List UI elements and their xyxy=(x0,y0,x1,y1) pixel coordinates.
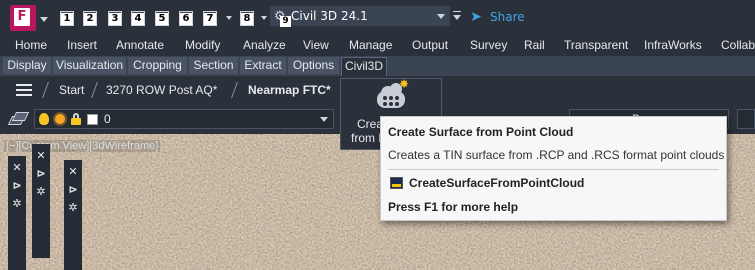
pin-icon[interactable]: ⊳ xyxy=(67,184,79,196)
key-tip-8: 8 xyxy=(241,13,253,25)
panel-options[interactable]: Options xyxy=(288,57,339,74)
tab-modify[interactable]: Modify xyxy=(185,38,220,52)
tooltip-description: Creates a TIN surface from .RCP and .RCS… xyxy=(388,148,725,162)
viewport-toolbar-2: ✕ ⊳ ✲ xyxy=(32,144,50,258)
panel-cropping[interactable]: Cropping xyxy=(128,57,187,74)
command-icon xyxy=(390,177,403,189)
tab-view[interactable]: View xyxy=(303,38,329,52)
panel-civil3d[interactable]: Civil3D xyxy=(341,57,387,76)
layer-color-swatch xyxy=(87,114,98,125)
viewport-controls-label[interactable]: [−][Custom View][3dWireframe] xyxy=(4,140,161,152)
share-label: Share xyxy=(490,10,525,24)
application-menu-button[interactable]: F xyxy=(10,5,48,31)
tab-analyze[interactable]: Analyze xyxy=(243,38,286,52)
qat-undo-button[interactable]: 7 xyxy=(203,8,223,28)
qat-web-mobile-button[interactable]: 5 xyxy=(155,8,175,28)
property-dropdown[interactable] xyxy=(737,109,755,129)
point-cloud-surface-icon: ✸ xyxy=(375,78,409,111)
customize-qat-button[interactable] xyxy=(452,9,464,23)
qat-open-button[interactable]: 2 xyxy=(83,8,103,28)
tab-home[interactable]: Home xyxy=(15,38,47,52)
paper-plane-icon: ➤ xyxy=(470,9,482,25)
lightbulb-icon xyxy=(39,113,49,125)
viewport-toolbar-3: ✕ ⊳ ✲ xyxy=(64,160,82,270)
layer-dropdown[interactable]: 0 xyxy=(34,109,334,129)
close-icon[interactable]: ✕ xyxy=(11,162,23,174)
tab-divider xyxy=(231,82,238,98)
settings-icon[interactable]: ✲ xyxy=(11,198,23,210)
tab-transparent[interactable]: Transparent xyxy=(564,38,628,52)
tab-survey[interactable]: Survey xyxy=(470,38,507,52)
workspace-dropdown[interactable]: ⚙ 9 Civil 3D 24.1 xyxy=(270,6,450,27)
tab-rail[interactable]: Rail xyxy=(524,38,545,52)
tooltip-command-name: CreateSurfaceFromPointCloud xyxy=(409,176,585,190)
chevron-down-icon[interactable] xyxy=(226,16,232,20)
tab-annotate[interactable]: Annotate xyxy=(116,38,164,52)
settings-icon[interactable]: ✲ xyxy=(67,202,79,214)
key-tip-5: 5 xyxy=(156,13,168,25)
doc-tab-nearmap[interactable]: Nearmap FTC* xyxy=(246,76,333,104)
app-key-tip: F xyxy=(14,8,30,26)
key-tip-4: 4 xyxy=(132,13,144,25)
key-tip-1: 1 xyxy=(61,13,73,25)
tab-output[interactable]: Output xyxy=(412,38,448,52)
tab-manage[interactable]: Manage xyxy=(349,38,392,52)
qat-plot-button[interactable]: 6 xyxy=(179,8,199,28)
panel-section[interactable]: Section xyxy=(189,57,238,74)
doc-tab-row-post[interactable]: 3270 ROW Post AQ* xyxy=(106,76,217,104)
tab-infraworks[interactable]: InfraWorks xyxy=(644,38,702,52)
chevron-down-icon xyxy=(40,17,48,22)
tooltip-title: Create Surface from Point Cloud xyxy=(388,125,574,139)
key-tip-3: 3 xyxy=(109,13,121,25)
hamburger-menu-icon[interactable] xyxy=(16,84,32,96)
qat-redo-button[interactable]: 8 xyxy=(240,8,260,28)
workspace-label: Civil 3D 24.1 xyxy=(291,9,368,23)
pin-icon[interactable]: ⊳ xyxy=(11,180,23,192)
close-icon[interactable]: ✕ xyxy=(35,150,47,162)
key-tip-7: 7 xyxy=(204,13,216,25)
settings-icon[interactable]: ✲ xyxy=(35,186,47,198)
sun-icon xyxy=(55,114,65,124)
panel-extract[interactable]: Extract xyxy=(240,57,286,74)
autocad-civil3d-window: F 1 2 3 4 5 6 7 8 9 Civil 3D 24.1 ➤ Shar… xyxy=(0,0,755,270)
share-button[interactable]: ➤ Share xyxy=(470,8,525,26)
layer-name: 0 xyxy=(104,112,111,126)
chevron-down-icon xyxy=(437,14,445,19)
layer-properties-icon[interactable] xyxy=(7,111,30,127)
qat-save-as-button[interactable]: 4 xyxy=(131,8,151,28)
pin-icon[interactable]: ⊳ xyxy=(35,168,47,180)
doc-tab-start[interactable]: Start xyxy=(59,76,84,104)
tab-collaborate[interactable]: Collab xyxy=(721,38,755,52)
panel-visualization[interactable]: Visualization xyxy=(53,57,126,74)
tab-divider xyxy=(91,82,98,98)
sparkle-icon: ✸ xyxy=(399,77,410,91)
ribbon-tabs: Home Insert Annotate Modify Analyze View… xyxy=(0,34,755,56)
chevron-down-icon xyxy=(453,15,461,20)
key-tip-6: 6 xyxy=(180,13,192,25)
key-tip-2: 2 xyxy=(84,13,96,25)
tab-insert[interactable]: Insert xyxy=(67,38,97,52)
tooltip-divider xyxy=(388,169,719,170)
tooltip-help-hint: Press F1 for more help xyxy=(388,200,519,214)
qat-new-button[interactable]: 1 xyxy=(60,8,80,28)
unlock-icon xyxy=(71,113,81,125)
command-tooltip: Create Surface from Point Cloud Creates … xyxy=(380,116,727,221)
close-icon[interactable]: ✕ xyxy=(67,166,79,178)
qat-save-button[interactable]: 3 xyxy=(108,8,128,28)
ribbon-panel-strip: Display Visualization Cropping Section E… xyxy=(0,56,755,76)
chevron-down-icon xyxy=(320,117,328,122)
key-tip-9: 9 xyxy=(280,16,291,27)
viewport-toolbar-1: ✕ ⊳ ✲ xyxy=(8,156,26,270)
tab-divider xyxy=(42,82,49,98)
chevron-down-icon[interactable] xyxy=(261,16,267,20)
customize-bar-icon xyxy=(453,11,461,12)
panel-display[interactable]: Display xyxy=(3,57,51,74)
quick-access-toolbar: F 1 2 3 4 5 6 7 8 9 Civil 3D 24.1 ➤ Shar… xyxy=(0,0,755,34)
